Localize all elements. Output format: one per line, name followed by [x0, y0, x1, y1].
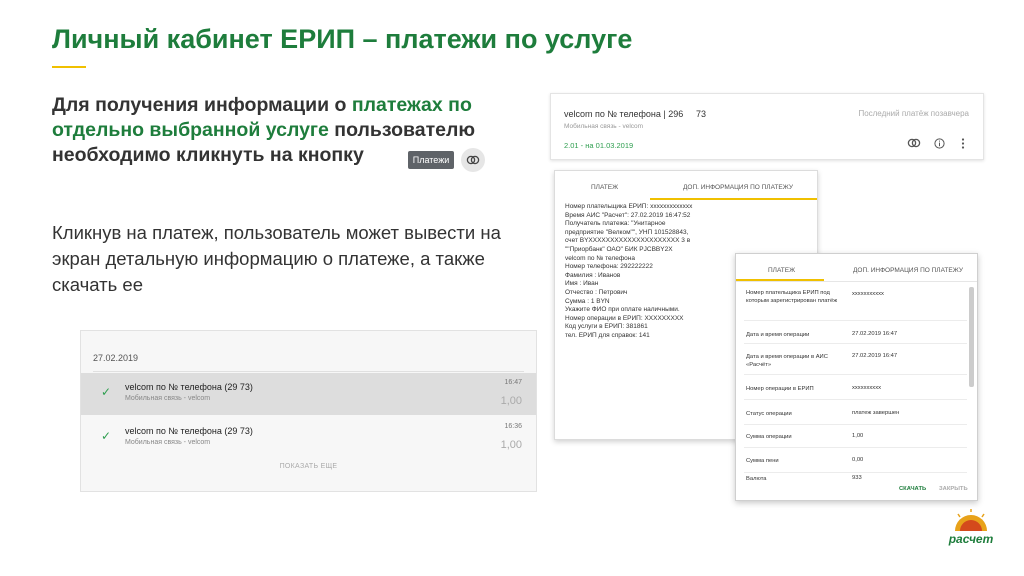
list-item-time: 16:47 [504, 379, 522, 386]
service-date: 2.01 - на 01.03.2019 [564, 141, 634, 150]
tab-payment[interactable]: ПЛАТЕЖ [591, 184, 618, 191]
detail-line: Номер плательщика ЕРИП: xxxxxxxxxxxxx [565, 203, 693, 210]
list-item-subtitle: Мобильная связь - velcom [125, 395, 211, 402]
detail-key: Номер операции в ЕРИП [746, 386, 814, 392]
list-item[interactable]: ✓ velcom по № телефона (29 73) Мобильная… [81, 417, 536, 459]
slide-title: Личный кабинет ЕРИП – платежи по услуге [52, 24, 633, 54]
close-button[interactable]: ЗАКРЫТЬ [939, 486, 968, 492]
service-card[interactable]: velcom по № телефона | 296 73 Мобильная … [550, 93, 984, 160]
download-button[interactable]: СКАЧАТЬ [899, 486, 926, 492]
more-vert-icon[interactable] [961, 138, 965, 152]
list-date: 27.02.2019 [93, 353, 139, 363]
divider [93, 371, 524, 372]
detail-line: Время АИС "Расчет": 27.02.2019 16:47:52 [565, 211, 691, 219]
list-item-title: velcom по № телефона (29 73) [125, 382, 253, 392]
detail-line: velcom по № телефона [565, 254, 635, 262]
instruction-text: Для получения информации о платежах по о… [52, 93, 532, 168]
detail-key: Номер плательщика ЕРИП под которым зарег… [746, 290, 838, 304]
detail-key: Сумма операции [746, 434, 792, 440]
detail-key: Дата и время операции в АИС «Расчёт» [746, 354, 828, 368]
payment-detail-dialog: ПЛАТЕЖ ДОП. ИНФОРМАЦИЯ ПО ПЛАТЕЖУ Номер … [735, 253, 978, 501]
detail-line: ""Приорбанк" ОАО" БИК PJCBBY2X [565, 245, 673, 253]
raschet-logo: расчет [943, 509, 999, 549]
detail-line: Номер операции в ЕРИП: XXXXXXXXX [565, 314, 684, 322]
list-item[interactable]: ✓ velcom по № телефона (29 73) Мобильная… [81, 373, 536, 415]
detail-line: Получатель платежа: "Унитарное [565, 220, 666, 228]
detail-key: Дата и время операции [746, 332, 810, 338]
detail-line: предприятие "Велком"", УНП 101528843, [565, 228, 689, 236]
detail-row: Номер операции в ЕРИП xxxxxxxxxx [744, 375, 967, 400]
tab-extra-info[interactable]: ДОП. ИНФОРМАЦИЯ ПО ПЛАТЕЖУ [683, 184, 793, 191]
detail-value: 933 [852, 475, 862, 481]
show-more-button[interactable]: ПОКАЗАТЬ ЕЩЕ [81, 463, 536, 470]
detail-line: Номер телефона: 292222222 [565, 263, 653, 271]
list-item-title: velcom по № телефона (29 73) [125, 426, 253, 436]
detail-value: 27.02.2019 16:47 [852, 331, 898, 337]
payment-detail-text: Номер плательщика ЕРИП: xxxxxxxxxxxxx Вр… [565, 203, 745, 341]
detail-line: Фамилия : Иванов [565, 271, 621, 279]
detail-row: Валюта 933 [744, 473, 967, 483]
detail-line: Отчество : Петрович [565, 288, 628, 296]
tab-payment[interactable]: ПЛАТЕЖ [768, 267, 795, 274]
detail-key: Валюта [746, 476, 767, 482]
detail-row: Дата и время операции 27.02.2019 16:47 [744, 321, 967, 344]
detail-value: 1,00 [852, 433, 864, 439]
service-subtitle: Мобильная связь - velcom [564, 123, 644, 130]
list-item-subtitle: Мобильная связь - velcom [125, 439, 211, 446]
detail-row: Сумма пени 0,00 [744, 448, 967, 473]
detail-line: Имя : Иван [565, 280, 599, 288]
detail-row: Номер плательщика ЕРИП под которым зарег… [744, 286, 967, 321]
detail-value: 27.02.2019 16:47 [852, 353, 898, 359]
instruction-part-a: Для получения информации о [52, 94, 352, 116]
detail-line: тел. ЕРИП для справок: 141 [565, 331, 650, 339]
detail-line: Укажите ФИО при оплате наличными. [565, 306, 680, 314]
detail-value: 0,00 [852, 457, 864, 463]
scrollbar[interactable] [969, 287, 974, 387]
detail-value: xxxxxxxxxxx [852, 291, 884, 297]
check-icon: ✓ [101, 429, 112, 443]
detail-row: Дата и время операции в АИС «Расчёт» 27.… [744, 344, 967, 375]
payments-icon[interactable] [907, 138, 921, 151]
detail-value: платеж завершен [852, 410, 900, 416]
payments-list: 27.02.2019 ✓ velcom по № телефона (29 73… [80, 330, 537, 492]
list-item-amount: 1,00 [500, 395, 522, 407]
service-name-suffix: 73 [696, 109, 707, 119]
detail-value: xxxxxxxxxx [852, 385, 881, 391]
detail-line: Код услуги в ЕРИП: 381861 [565, 323, 648, 331]
active-tab-indicator [650, 198, 817, 200]
detail-line: Сумма : 1 BYN [565, 297, 610, 305]
check-icon: ✓ [101, 385, 112, 399]
list-item-amount: 1,00 [500, 439, 522, 451]
info-icon[interactable] [934, 138, 945, 152]
list-item-time: 16:36 [504, 423, 522, 430]
title-underline [52, 66, 86, 68]
detail-row: Сумма операции 1,00 [744, 425, 967, 448]
payments-toggle-icon[interactable] [461, 148, 485, 172]
logo-text: расчет [948, 532, 994, 546]
last-payment-text: Последний платёж позавчера [858, 109, 969, 118]
service-name: velcom по № телефона | 296 [564, 109, 684, 119]
detail-description: Кликнув на платеж, пользователь может вы… [52, 222, 501, 295]
payments-button[interactable]: Платежи [408, 151, 454, 169]
tab-extra-info[interactable]: ДОП. ИНФОРМАЦИЯ ПО ПЛАТЕЖУ [853, 267, 963, 274]
detail-row: Статус операции платеж завершен [744, 400, 967, 425]
detail-key: Сумма пени [746, 458, 779, 464]
detail-key: Статус операции [746, 411, 792, 417]
detail-line: счет BYXXXXXXXXXXXXXXXXXXXXX 3 в [565, 237, 691, 245]
divider [736, 281, 977, 282]
